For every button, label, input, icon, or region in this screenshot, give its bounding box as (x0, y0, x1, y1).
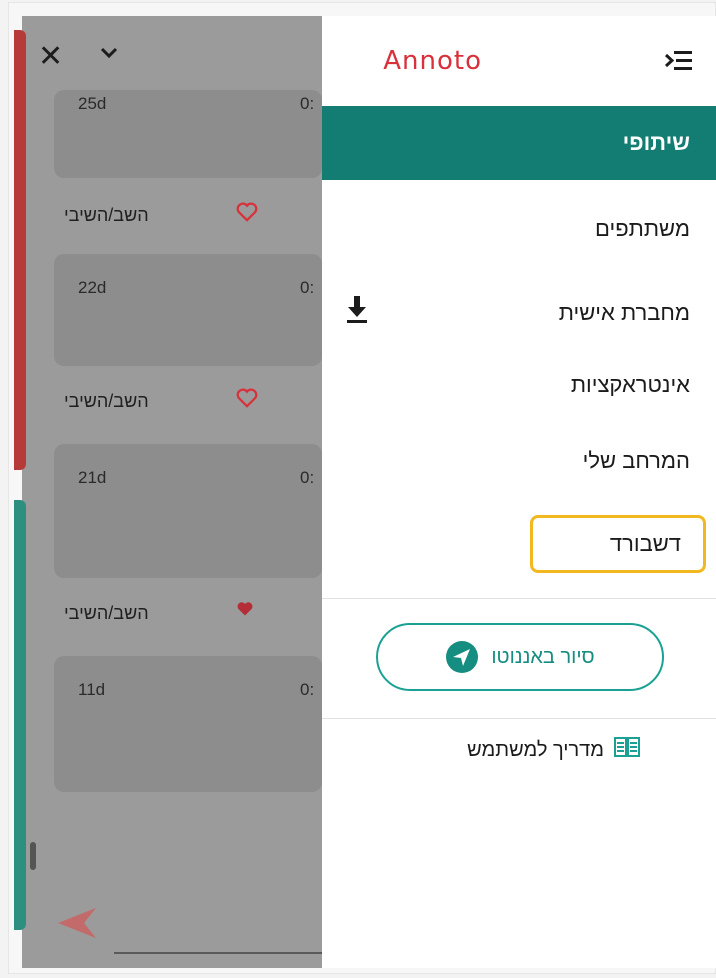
close-icon[interactable]: ✕ (38, 42, 63, 72)
reply-row: השב/השיבי (64, 200, 149, 230)
menu-item-notebook[interactable]: מחברת אישית (322, 276, 716, 350)
background-strip (14, 500, 26, 930)
heart-filled-icon[interactable] (236, 601, 254, 622)
comment-card[interactable]: 25d 0: (54, 90, 322, 178)
dashboard-label: דשבורד (609, 531, 681, 556)
side-menu: Annoto שיתופי משתתפים מחברת אישית אינטרא… (322, 16, 716, 968)
menu-item-label: המרחב שלי (582, 448, 690, 473)
card-time: 0: (300, 278, 315, 297)
input-underline (114, 952, 322, 954)
comment-card[interactable]: 21d 0: (54, 444, 322, 578)
tour-label: סיור באננוטו (491, 645, 595, 668)
card-age: 21d (78, 468, 107, 487)
divider (322, 718, 716, 719)
card-time: 0: (300, 680, 315, 699)
heart-outline-icon[interactable] (236, 202, 258, 227)
card-age: 25d (78, 94, 107, 113)
heart-outline-icon[interactable] (236, 388, 258, 413)
chevron-down-icon[interactable] (100, 46, 118, 65)
reply-row: השב/השיבי (64, 598, 149, 628)
menu-item-my-space[interactable]: המרחב שלי (322, 424, 716, 498)
menu-collapse-icon[interactable] (664, 50, 694, 77)
reply-label[interactable]: השב/השיבי (64, 603, 149, 624)
menu-item-label: אינטראקציות (570, 372, 690, 397)
menu-item-participants[interactable]: משתתפים (322, 192, 716, 266)
download-icon[interactable] (346, 294, 368, 330)
background-strip (14, 30, 26, 470)
navigation-arrow-icon (445, 640, 479, 674)
card-age: 11d (78, 680, 106, 699)
user-guide-label: מדריך למשתמש (467, 738, 604, 761)
book-icon (614, 736, 640, 764)
divider (322, 598, 716, 599)
menu-item-label: שיתופי (622, 130, 690, 155)
menu-header: Annoto (322, 16, 716, 106)
dashboard-button[interactable]: דשבורד (530, 515, 706, 573)
send-arrow-icon[interactable] (54, 906, 98, 945)
reply-label[interactable]: השב/השיבי (64, 205, 149, 226)
comment-card[interactable]: 11d 0: (54, 656, 322, 792)
menu-item-label: מחברת אישית (558, 300, 690, 325)
menu-item-label: משתתפים (595, 216, 690, 241)
card-time: 0: (300, 94, 315, 113)
menu-item-interactions[interactable]: אינטראקציות (322, 348, 716, 422)
annoto-logo: Annoto (383, 46, 482, 76)
scrollbar-thumb[interactable] (30, 842, 36, 870)
reply-row: השב/השיבי (64, 386, 149, 416)
card-time: 0: (300, 468, 315, 487)
menu-item-sharing[interactable]: שיתופי (322, 106, 716, 180)
comment-card[interactable]: 22d 0: (54, 254, 322, 366)
reply-label[interactable]: השב/השיבי (64, 391, 149, 412)
tour-button[interactable]: סיור באננוטו (376, 623, 664, 691)
card-age: 22d (78, 278, 107, 297)
user-guide-link[interactable]: מדריך למשתמש (467, 736, 640, 764)
